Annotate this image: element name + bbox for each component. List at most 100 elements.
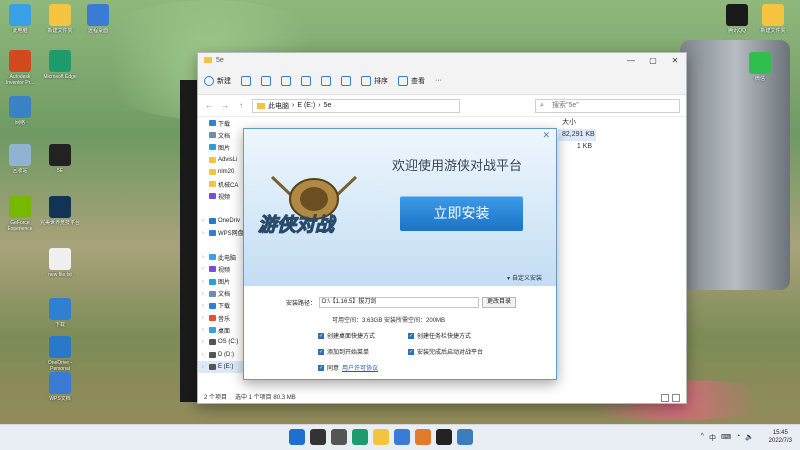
license-link[interactable]: 用户许可协议	[342, 363, 378, 372]
taskbar-shortcut-checkbox[interactable]: ✓ 创建任务栏快捷方式	[408, 331, 471, 340]
desktop-icon[interactable]: 远程桌面	[78, 4, 118, 40]
tray-icon[interactable]: ⌨	[721, 433, 731, 443]
desktop-icon[interactable]: 腾讯QQ	[717, 4, 757, 40]
desktop-icon[interactable]: GeForce Experience	[0, 196, 40, 232]
close-button[interactable]: ✕	[664, 56, 686, 65]
desktop-icon[interactable]: 此电脑	[0, 4, 40, 40]
sidebar-item[interactable]: 图片	[198, 141, 246, 153]
tray-icon[interactable]: ^	[701, 433, 704, 443]
minimize-button[interactable]: —	[620, 56, 642, 65]
checkbox-label: 添加到开始菜单	[327, 350, 370, 356]
sidebar-item-label: 下载	[218, 304, 231, 311]
navigation-pane: 下载 文档 图片 AdvisLi nlm20 机械CA 视频 › OneDriv › WPS网盘 › 此…	[198, 117, 246, 391]
desktop-icon[interactable]: 新建文件夹	[753, 4, 793, 40]
file-size[interactable]: 1 KB	[558, 141, 596, 153]
change-directory-button[interactable]: 更改目录	[482, 297, 517, 308]
sidebar-item[interactable]: › 音乐	[198, 312, 246, 324]
desktop-icon[interactable]: WPS文档	[40, 372, 80, 408]
edge-icon[interactable]	[352, 429, 368, 445]
desktop-icon[interactable]: 5E	[40, 144, 80, 180]
rename-button[interactable]	[301, 75, 311, 86]
launch-after-install-checkbox[interactable]: ✓ 安装完成后启动对战平台	[408, 347, 483, 356]
folder-icon	[209, 290, 216, 297]
game-platform-icon[interactable]	[415, 429, 431, 445]
explorer-icon[interactable]	[373, 429, 389, 445]
desktop-icon[interactable]: Autodesk Inventor Pr...	[0, 50, 40, 86]
sort-label: 排序	[374, 77, 388, 85]
more-button[interactable]: ···	[435, 77, 442, 84]
tray-icon[interactable]: 中	[709, 433, 716, 443]
sidebar-item[interactable]: › OS (C:)	[198, 336, 246, 348]
sidebar-item[interactable]: › 下载	[198, 300, 246, 312]
cut-button[interactable]	[241, 75, 251, 86]
desktop-icon[interactable]: Microsoft Edge	[40, 50, 80, 86]
app-icon	[49, 4, 71, 26]
copy-button[interactable]	[261, 75, 271, 86]
sidebar-item[interactable]: › WPS网盘	[198, 227, 246, 239]
up-button[interactable]: ↑	[236, 101, 246, 110]
folder-icon	[204, 57, 212, 63]
sort-button[interactable]: 排序	[361, 75, 388, 86]
search-input[interactable]: 搜索"5e"	[535, 98, 680, 113]
size-column-header[interactable]: 大小	[558, 117, 596, 129]
sidebar-item[interactable]: AdvisLi	[198, 154, 246, 166]
desktop-icon[interactable]: OneDrive - Personal	[40, 336, 80, 372]
back-button[interactable]: ←	[204, 101, 214, 110]
custom-install-toggle[interactable]: 自定义安装	[507, 273, 542, 282]
installer-close-button[interactable]: ✕	[542, 130, 550, 141]
5e-icon[interactable]	[436, 429, 452, 445]
desktop-icon[interactable]: 新建文件夹	[40, 4, 80, 40]
sidebar-item[interactable]: › 桌面	[198, 324, 246, 336]
desktop-icon[interactable]: new file.txt	[40, 248, 80, 284]
view-button[interactable]: 查看	[398, 75, 425, 86]
delete-button[interactable]	[341, 75, 351, 86]
sidebar-item[interactable]: › OneDriv	[198, 215, 246, 227]
file-size[interactable]: 82,291 KB	[558, 129, 596, 141]
desktop-icon[interactable]: 网络	[0, 96, 40, 132]
share-button[interactable]	[321, 75, 331, 86]
tray-icon[interactable]: ◔	[736, 433, 740, 443]
breadcrumb-5e[interactable]: 5e	[324, 102, 332, 109]
chevron-right-icon: ›	[202, 217, 204, 224]
desktop-shortcut-checkbox[interactable]: ✓ 创建桌面快捷方式	[318, 331, 375, 340]
install-now-button[interactable]: 立即安装	[400, 196, 523, 231]
agree-license-checkbox[interactable]: ✓ 同意 用户许可协议	[318, 363, 378, 372]
sidebar-item[interactable]: › D (D:)	[198, 349, 246, 361]
start-icon[interactable]	[289, 429, 305, 445]
sidebar-item[interactable]: 下载	[198, 117, 246, 129]
address-bar[interactable]: 此电脑 › E (E:) › 5e	[252, 98, 460, 113]
share-icon	[321, 75, 331, 86]
clock[interactable]: 15:45 2022/7/3	[769, 429, 792, 445]
sidebar-item[interactable]: › 文档	[198, 288, 246, 300]
breadcrumb-drive-e[interactable]: E (E:)	[297, 102, 315, 109]
new-button[interactable]: 新建	[204, 75, 231, 86]
desktop-icon[interactable]: 微信	[740, 52, 780, 88]
installer-icon[interactable]	[457, 429, 473, 445]
breadcrumb-this-pc[interactable]: 此电脑	[268, 101, 289, 111]
sidebar-item[interactable]: 文档	[198, 129, 246, 141]
sidebar-item[interactable]: › 视频	[198, 263, 246, 275]
forward-button[interactable]: →	[220, 101, 230, 110]
sidebar-item[interactable]: › 图片	[198, 275, 246, 287]
desktop-icon[interactable]: 下载	[40, 298, 80, 334]
app-icon	[49, 248, 71, 270]
tray-icon[interactable]: 🔈	[745, 433, 754, 443]
desktop-icon[interactable]: 完美世界竞技平台	[40, 196, 80, 232]
details-view-icon[interactable]	[661, 394, 669, 402]
paste-button[interactable]	[281, 75, 291, 86]
sidebar-item[interactable]: 机械CA	[198, 178, 246, 190]
sidebar-item[interactable]: › E (E:)	[198, 360, 246, 373]
maximize-button[interactable]: ▢	[642, 56, 664, 65]
search-icon[interactable]	[310, 429, 326, 445]
desktop-icon[interactable]: 回收站	[0, 144, 40, 180]
app-icon[interactable]	[394, 429, 410, 445]
sidebar-item[interactable]: nlm20	[198, 166, 246, 178]
explorer-title-bar[interactable]: 5e — ▢ ✕	[198, 53, 686, 67]
sidebar-item[interactable]: › 此电脑	[198, 251, 246, 263]
install-path-input[interactable]: D:\【1.16.5】拔刀剑	[319, 297, 480, 308]
desktop-icon-label: 网络	[14, 120, 25, 126]
sidebar-item[interactable]: 视频	[198, 190, 246, 202]
start-menu-checkbox[interactable]: ✓ 添加到开始菜单	[318, 347, 369, 356]
task-view-icon[interactable]	[331, 429, 347, 445]
tiles-view-icon[interactable]	[672, 394, 680, 402]
